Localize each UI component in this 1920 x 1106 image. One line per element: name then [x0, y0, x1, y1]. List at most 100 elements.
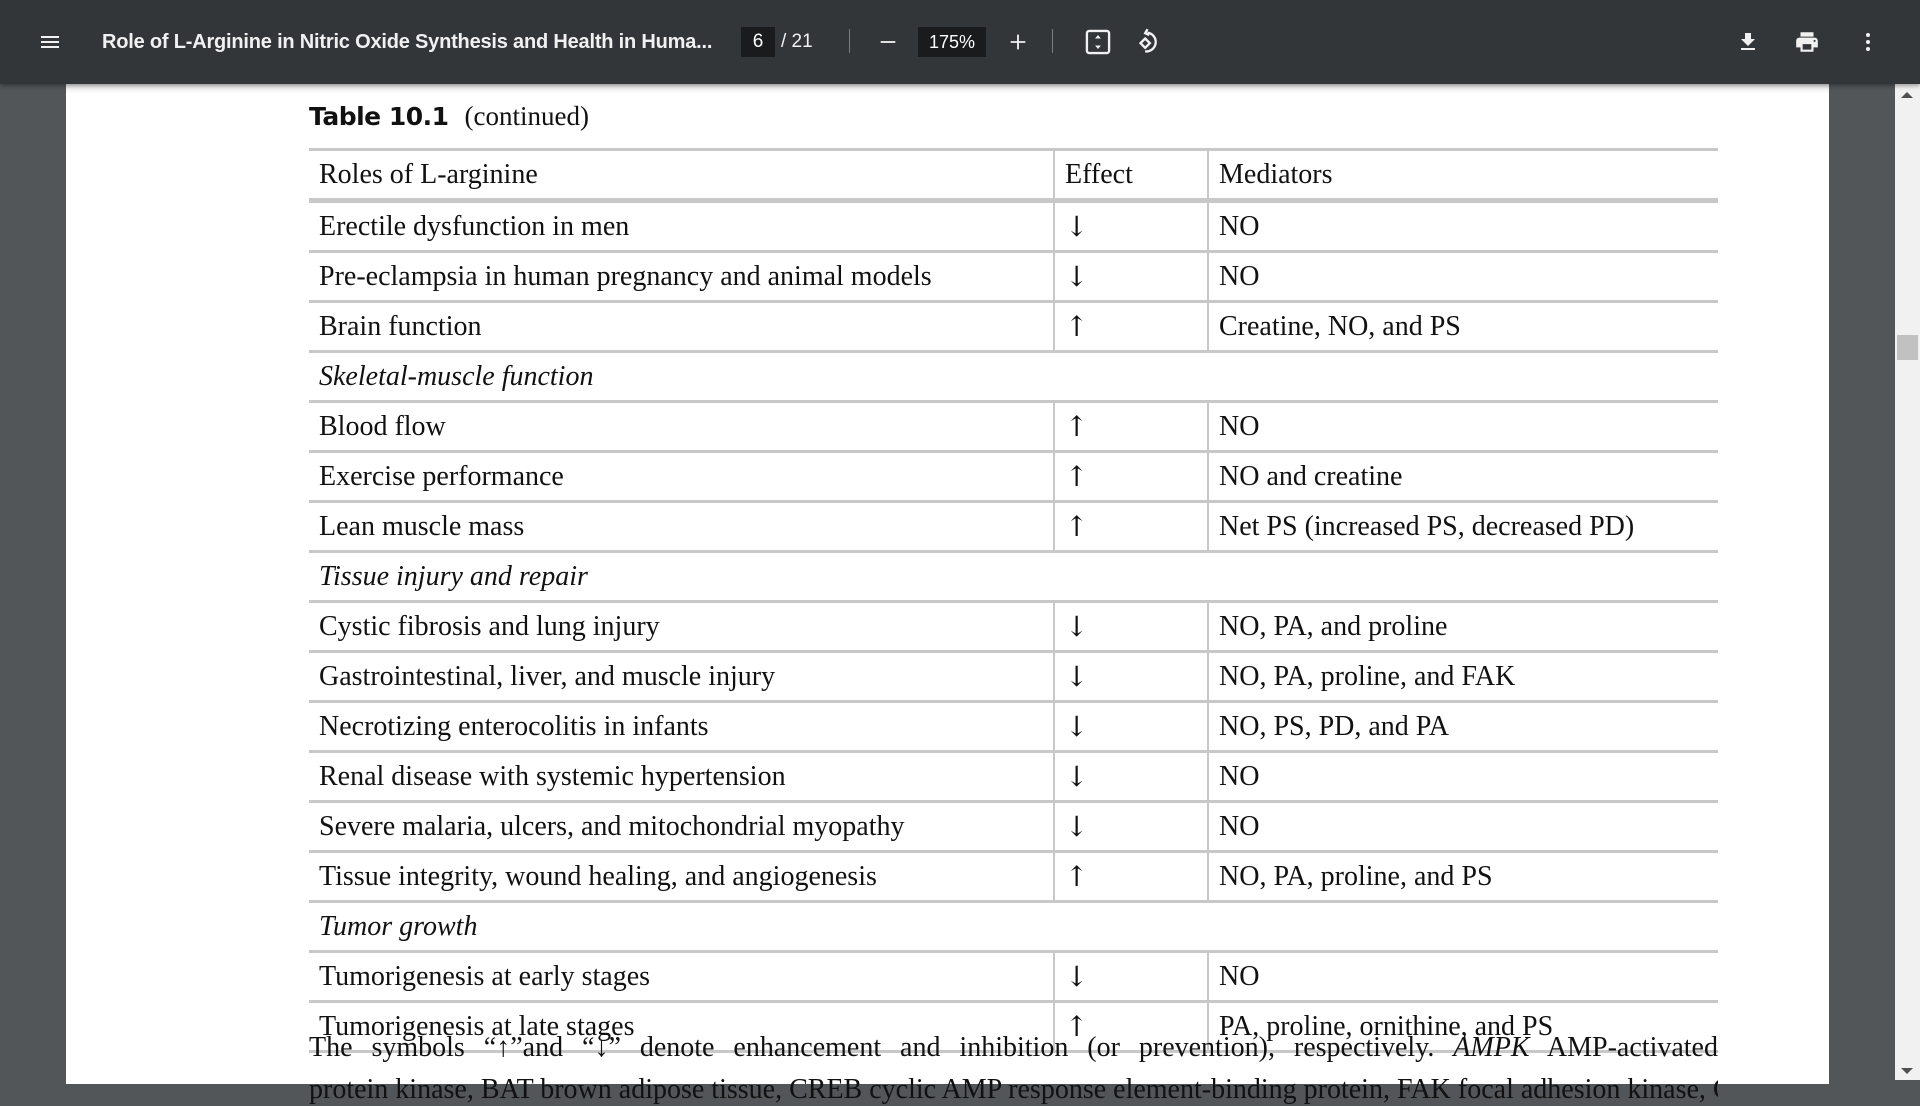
document-title: Role of L-Arginine in Nitric Oxide Synth… [102, 30, 713, 53]
hamburger-menu-icon [41, 36, 59, 48]
effect-cell: ↓ [1053, 650, 1208, 702]
down-arrow-icon: ↓ [1065, 659, 1089, 693]
effect-cell: ↓ [1053, 800, 1208, 852]
column-header-mediators: Mediators [1207, 148, 1718, 201]
scroll-down-arrow-icon[interactable] [1901, 1068, 1913, 1074]
column-header-effect: Effect [1053, 148, 1208, 201]
download-icon [1741, 33, 1755, 50]
footnote-line-2: protein kinase, BAT brown adipose tissue… [309, 1074, 1718, 1105]
zoom-out-button[interactable] [868, 22, 908, 62]
section-heading: Skeletal-muscle function [309, 350, 1718, 402]
up-arrow-icon: ↑ [1065, 509, 1089, 543]
rotate-button[interactable] [1131, 22, 1171, 62]
mediators-cell: NO [1207, 400, 1718, 452]
down-arrow-icon: ↓ [1065, 959, 1089, 993]
scroll-up-arrow-icon[interactable] [1901, 92, 1913, 98]
effect-cell: ↓ [1053, 700, 1208, 752]
effect-cell: ↓ [1053, 198, 1208, 252]
role-cell: Necrotizing enterocolitis in infants [309, 700, 1054, 752]
more-actions-button[interactable] [1848, 22, 1888, 62]
menu-button[interactable] [30, 22, 70, 62]
effect-cell: ↓ [1053, 950, 1208, 1002]
pdf-toolbar: Role of L-Arginine in Nitric Oxide Synth… [0, 0, 1920, 84]
table-row: Pre-eclampsia in human pregnancy and ani… [309, 250, 1718, 302]
down-arrow-icon: ↓ [1065, 259, 1089, 293]
effect-cell: ↓ [1053, 750, 1208, 802]
table-section-row: Skeletal-muscle function [309, 350, 1718, 402]
effect-cell: ↑ [1053, 850, 1208, 902]
vertical-scrollbar[interactable] [1895, 84, 1920, 1080]
table-caption: Table 10.1 (continued) [309, 101, 589, 132]
table-caption-suffix: (continued) [464, 101, 589, 131]
fit-to-page-button[interactable] [1078, 22, 1118, 62]
table-row: Necrotizing enterocolitis in infants ↓ NO,… [309, 700, 1718, 752]
table-row: Gastrointestinal, liver, and muscle inju… [309, 650, 1718, 702]
table-section-row: Tumor growth [309, 900, 1718, 952]
mediators-cell: Creatine, NO, and PS [1207, 300, 1718, 352]
print-button[interactable] [1787, 22, 1827, 62]
role-cell: Brain function [309, 300, 1054, 352]
down-arrow-icon: ↓ [1065, 759, 1089, 793]
mediators-cell: NO [1207, 800, 1718, 852]
down-arrow-icon: ↓ [1065, 809, 1089, 843]
footnote-text-end: AMP-activated [1529, 1032, 1718, 1063]
down-arrow-icon: ↓ [1065, 709, 1089, 743]
table-row: Exercise performance ↑ NO and creatine [309, 450, 1718, 502]
minus-icon [880, 41, 896, 43]
role-cell: Lean muscle mass [309, 500, 1054, 552]
page-number-input[interactable]: 6 [741, 27, 775, 57]
mediators-cell: NO [1207, 950, 1718, 1002]
page-shadow [66, 84, 1829, 94]
section-heading: Tumor growth [309, 900, 1718, 952]
fit-to-page-icon [1085, 29, 1111, 55]
print-icon [1796, 32, 1818, 52]
effect-cell: ↑ [1053, 400, 1208, 452]
table-section-row: Tissue injury and repair [309, 550, 1718, 602]
scrollbar-thumb[interactable] [1897, 335, 1918, 360]
role-cell: Tumorigenesis at early stages [309, 950, 1054, 1002]
up-arrow-icon: ↑ [1065, 309, 1089, 343]
page-total: / 21 [781, 31, 813, 52]
zoom-level-input[interactable]: 175% [918, 27, 986, 57]
table-row: Erectile dysfunction in men ↓ NO [309, 198, 1718, 252]
effect-cell: ↑ [1053, 500, 1208, 552]
table-caption-label: Table 10.1 [309, 102, 449, 131]
role-cell: Blood flow [309, 400, 1054, 452]
role-cell: Tissue integrity, wound healing, and ang… [309, 850, 1054, 902]
table-header-row: Roles of L-arginine Effect Mediators [309, 148, 1718, 201]
footnote-abbreviation: AMPK [1453, 1032, 1530, 1063]
pdf-page: Table 10.1 (continued) Roles of L-arginin… [66, 84, 1829, 1105]
role-cell: Exercise performance [309, 450, 1054, 502]
more-vertical-icon [1866, 33, 1870, 51]
mediators-cell: NO [1207, 750, 1718, 802]
down-arrow-icon: ↓ [1065, 209, 1089, 243]
mediators-cell: NO [1207, 250, 1718, 302]
mediators-cell: NO, PS, PD, and PA [1207, 700, 1718, 752]
rotate-counterclockwise-icon [1138, 28, 1157, 53]
role-cell: Pre-eclampsia in human pregnancy and ani… [309, 250, 1054, 302]
mediators-cell: NO and creatine [1207, 450, 1718, 502]
mediators-cell: NO, PA, and proline [1207, 600, 1718, 652]
effect-cell: ↑ [1053, 300, 1208, 352]
zoom-in-button[interactable] [998, 22, 1038, 62]
section-heading: Tissue injury and repair [309, 550, 1718, 602]
role-cell: Erectile dysfunction in men [309, 198, 1054, 252]
download-button[interactable] [1728, 22, 1768, 62]
effect-cell: ↑ [1053, 450, 1208, 502]
footnote-text: The symbols “↑”and “↓” denote enhancemen… [309, 1032, 1454, 1063]
table-row: Lean muscle mass ↑ Net PS (increased PS, d… [309, 500, 1718, 552]
toolbar-divider [1052, 29, 1053, 53]
table-row: Tissue integrity, wound healing, and ang… [309, 850, 1718, 902]
table-row: Brain function ↑ Creatine, NO, and PS [309, 300, 1718, 352]
table-footnote: The symbols “↑”and “↓” denote enhancemen… [309, 1032, 1718, 1064]
up-arrow-icon: ↑ [1065, 459, 1089, 493]
role-cell: Cystic fibrosis and lung injury [309, 600, 1054, 652]
up-arrow-icon: ↑ [1065, 409, 1089, 443]
mediators-cell: NO, PA, proline, and FAK [1207, 650, 1718, 702]
table-row: Tumorigenesis at early stages ↓ NO [309, 950, 1718, 1002]
up-arrow-icon: ↑ [1065, 859, 1089, 893]
mediators-cell: NO, PA, proline, and PS [1207, 850, 1718, 902]
effect-cell: ↓ [1053, 600, 1208, 652]
column-header-roles: Roles of L-arginine [309, 148, 1054, 201]
toolbar-divider [849, 29, 850, 53]
